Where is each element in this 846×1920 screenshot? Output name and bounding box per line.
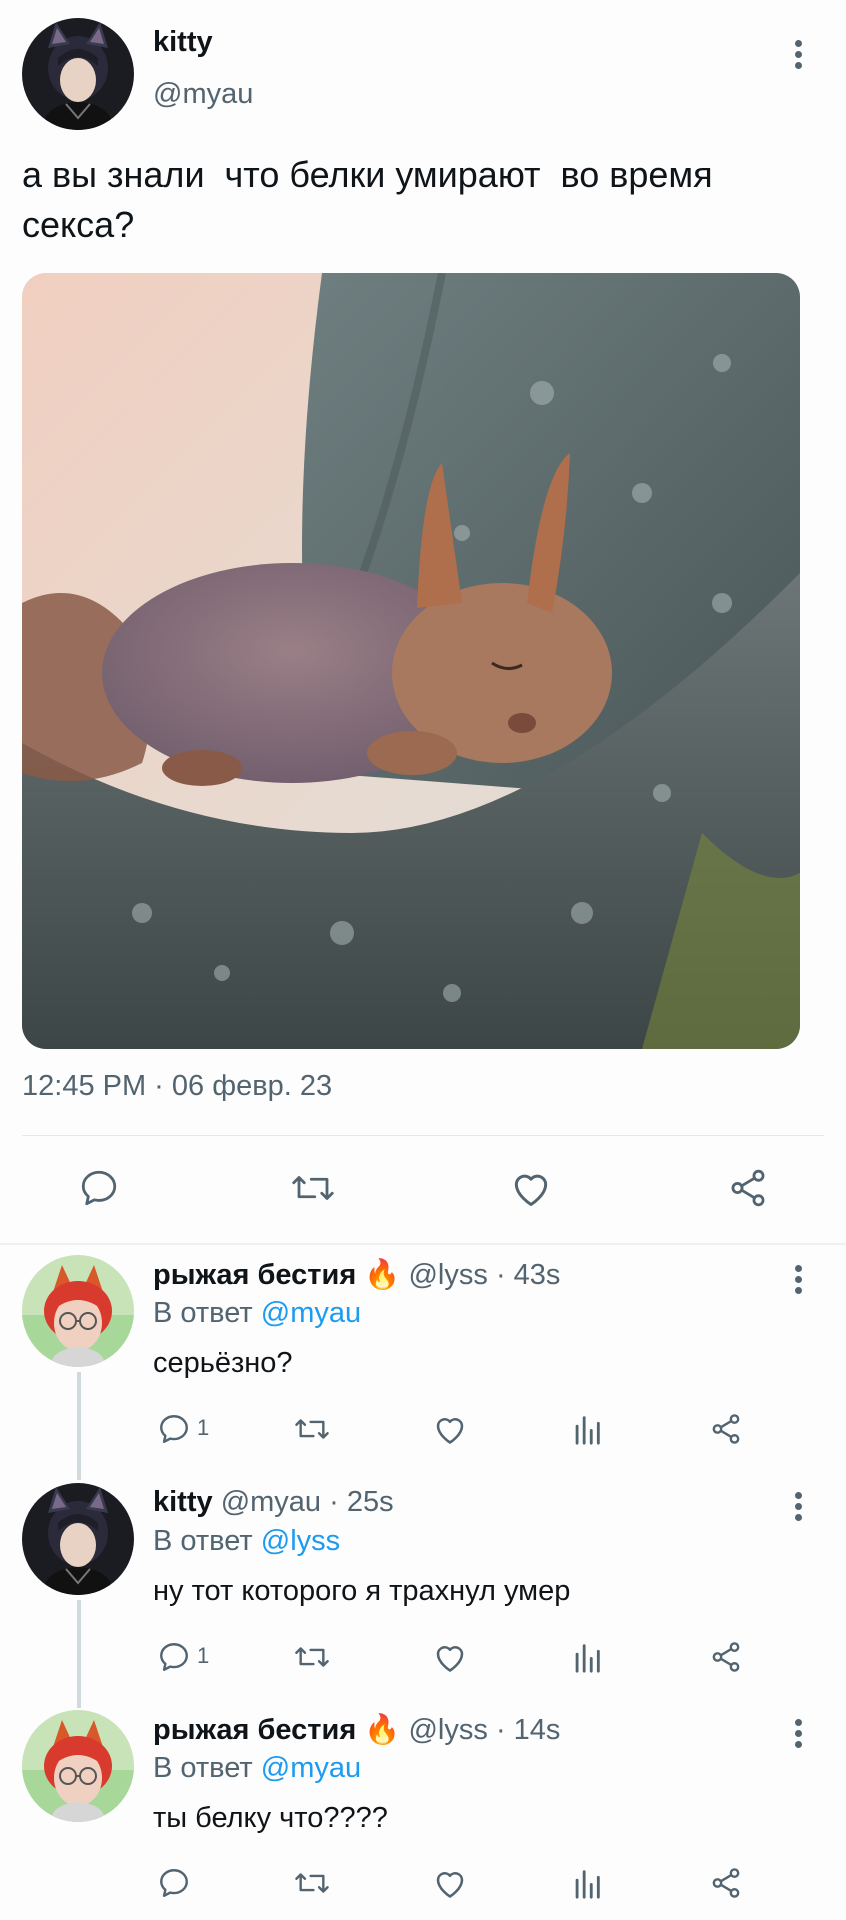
share-icon[interactable] (708, 1866, 744, 1900)
reply-author-name[interactable]: рыжая бестия (153, 1259, 356, 1291)
reply-prefix: В ответ (153, 1297, 253, 1329)
more-options-icon[interactable] (795, 1719, 803, 1752)
reply-text: серьёзно? (153, 1347, 293, 1379)
reply-icon[interactable] (78, 1167, 120, 1209)
reply-time: · 43s (495, 1259, 561, 1291)
author-avatar[interactable] (22, 18, 134, 130)
like-icon[interactable] (432, 1640, 468, 1674)
like-icon[interactable] (432, 1412, 468, 1446)
retweet-icon[interactable] (293, 1866, 331, 1900)
reply-header: рыжая бестия 🔥 @lyss · 14s (153, 1713, 560, 1747)
retweet-icon[interactable] (293, 1412, 331, 1446)
reply-header: kitty @myau · 25s (153, 1486, 394, 1519)
reply-text: ты белку что???? (153, 1802, 388, 1834)
reply-prefix: В ответ (153, 1752, 253, 1784)
more-options-icon[interactable] (795, 1265, 803, 1298)
like-icon[interactable] (432, 1866, 468, 1900)
analytics-icon[interactable] (572, 1412, 602, 1446)
divider (22, 1135, 824, 1136)
thread-line (77, 1600, 81, 1708)
reply-icon[interactable] (157, 1412, 191, 1446)
author-handle[interactable]: @myau (153, 78, 253, 111)
reply-count: 1 (197, 1643, 210, 1668)
reply-context: В ответ @myau (153, 1297, 361, 1330)
reply-count: 1 (197, 1415, 210, 1440)
tweet-timestamp[interactable]: 12:45 PM · 06 февр. 23 (22, 1070, 332, 1103)
analytics-icon[interactable] (572, 1866, 602, 1900)
reply-context: В ответ @lyss (153, 1525, 340, 1558)
reply-author-handle[interactable]: @lyss (408, 1259, 487, 1291)
reply-author-handle[interactable]: @myau (221, 1486, 321, 1518)
reply-avatar[interactable] (22, 1710, 134, 1822)
user-avatar-dark-icon (22, 1483, 134, 1595)
fire-emoji-icon: 🔥 (364, 1259, 401, 1291)
reply-header: рыжая бестия 🔥 @lyss · 43s (153, 1258, 560, 1292)
tweet-image[interactable] (22, 273, 800, 1049)
like-icon[interactable] (509, 1167, 553, 1209)
share-icon[interactable] (708, 1640, 744, 1674)
reply-text: ну тот которого я трахнул умер (153, 1575, 571, 1607)
reply-time: · 14s (495, 1714, 561, 1746)
tweet-text: а вы знали что белки умирают во время се… (22, 150, 832, 250)
analytics-icon[interactable] (572, 1640, 602, 1674)
reply-to-link[interactable]: @myau (261, 1752, 361, 1784)
reply-prefix: В ответ (153, 1525, 253, 1557)
user-avatar-red-icon (22, 1710, 134, 1822)
user-avatar-red-icon (22, 1255, 134, 1367)
reply-time: · 25s (329, 1486, 394, 1518)
reply-context: В ответ @myau (153, 1752, 361, 1785)
share-icon[interactable] (726, 1167, 770, 1209)
reply-to-link[interactable]: @myau (261, 1297, 361, 1329)
retweet-icon[interactable] (293, 1640, 331, 1674)
reply-avatar[interactable] (22, 1483, 134, 1595)
divider (0, 1243, 846, 1245)
tweet-text-line: секса? (22, 204, 135, 245)
reply-author-handle[interactable]: @lyss (408, 1714, 487, 1746)
reply-author-name[interactable]: рыжая бестия (153, 1714, 356, 1746)
reply-author-name[interactable]: kitty (153, 1486, 213, 1518)
reply-to-link[interactable]: @lyss (261, 1525, 340, 1557)
squirrel-photo-icon (22, 273, 800, 1049)
reply-icon[interactable] (157, 1866, 191, 1900)
user-avatar-dark-icon (22, 18, 134, 130)
tweet-text-line: а вы знали что белки умирают во время (22, 154, 713, 195)
reply-icon[interactable] (157, 1640, 191, 1674)
author-name[interactable]: kitty (153, 26, 213, 59)
retweet-icon[interactable] (290, 1167, 336, 1209)
fire-emoji-icon: 🔥 (364, 1714, 401, 1746)
reply-avatar[interactable] (22, 1255, 134, 1367)
thread-line (77, 1372, 81, 1480)
more-options-icon[interactable] (795, 1492, 803, 1525)
share-icon[interactable] (708, 1412, 744, 1446)
more-options-icon[interactable] (795, 40, 803, 73)
